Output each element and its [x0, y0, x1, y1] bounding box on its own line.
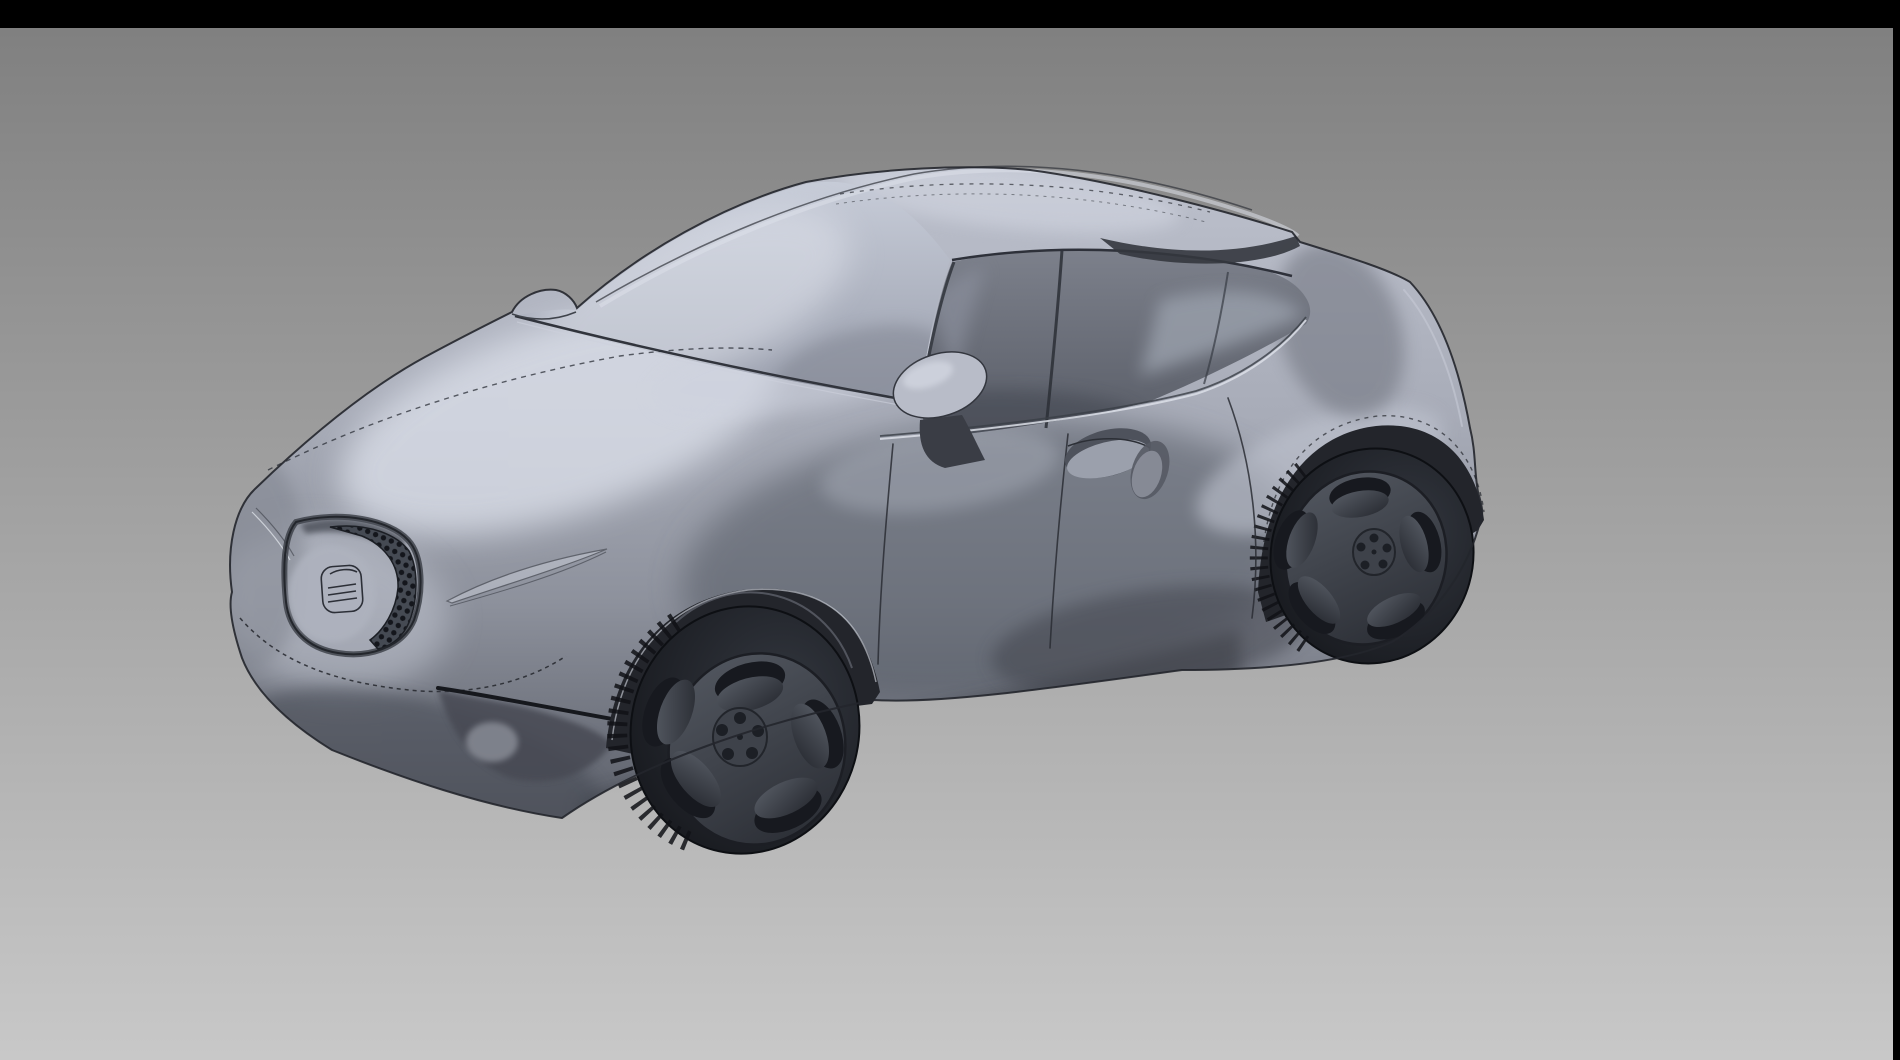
lug-hole [1370, 534, 1379, 543]
lug-hole [1361, 561, 1370, 570]
lug-hole [722, 748, 734, 760]
intake-reflector [466, 722, 518, 762]
top-black-bar [0, 0, 1900, 28]
viewport-canvas[interactable] [0, 0, 1900, 1060]
lug-hole [734, 712, 746, 724]
center-cap [1372, 550, 1377, 555]
right-black-strip [1893, 0, 1900, 1060]
application-window [0, 0, 1900, 1060]
lug-hole [1379, 560, 1388, 569]
lug-hole [1383, 544, 1392, 553]
lug-hole [746, 747, 758, 759]
lug-hole [1357, 543, 1366, 552]
lug-hole [716, 724, 728, 736]
